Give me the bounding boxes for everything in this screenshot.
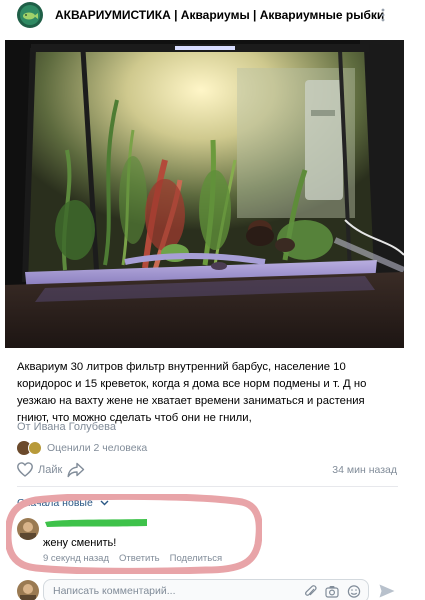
- comment-bar: [0, 578, 425, 600]
- post-actions: Лайк 34 мин назад: [17, 461, 397, 479]
- post-time[interactable]: 34 мин назад: [332, 464, 397, 476]
- divider: [17, 486, 398, 487]
- emoji-icon[interactable]: [347, 585, 361, 598]
- current-user-avatar[interactable]: [17, 580, 39, 600]
- post-header: АКВАРИУМИСТИКА | Аквариумы | Аквариумные…: [0, 0, 425, 30]
- group-avatar[interactable]: [17, 2, 43, 28]
- post-author: От Ивана Голубева: [17, 421, 116, 433]
- camera-icon[interactable]: [325, 585, 339, 598]
- post-text: Аквариум 30 литров фильтр внутренний бар…: [17, 361, 367, 424]
- group-name[interactable]: АКВАРИУМИСТИКА | Аквариумы | Аквариумные…: [55, 8, 384, 22]
- reactions-count-text[interactable]: Оценили 2 человека: [47, 442, 147, 454]
- highlight-annotation: [6, 494, 262, 574]
- more-vertical-icon[interactable]: [374, 6, 392, 24]
- heart-icon: [17, 462, 33, 477]
- fish-avatar-icon: [17, 2, 43, 28]
- aquarium-photo[interactable]: [5, 40, 404, 348]
- author-link[interactable]: Ивана Голубева: [34, 421, 116, 433]
- like-label: Лайк: [38, 464, 63, 476]
- reaction-avatar-icon: [28, 441, 42, 455]
- send-icon[interactable]: [378, 583, 396, 599]
- comment-input[interactable]: [43, 579, 369, 600]
- share-icon[interactable]: [67, 462, 85, 478]
- paperclip-icon[interactable]: [304, 585, 318, 598]
- author-prefix: От: [17, 421, 31, 433]
